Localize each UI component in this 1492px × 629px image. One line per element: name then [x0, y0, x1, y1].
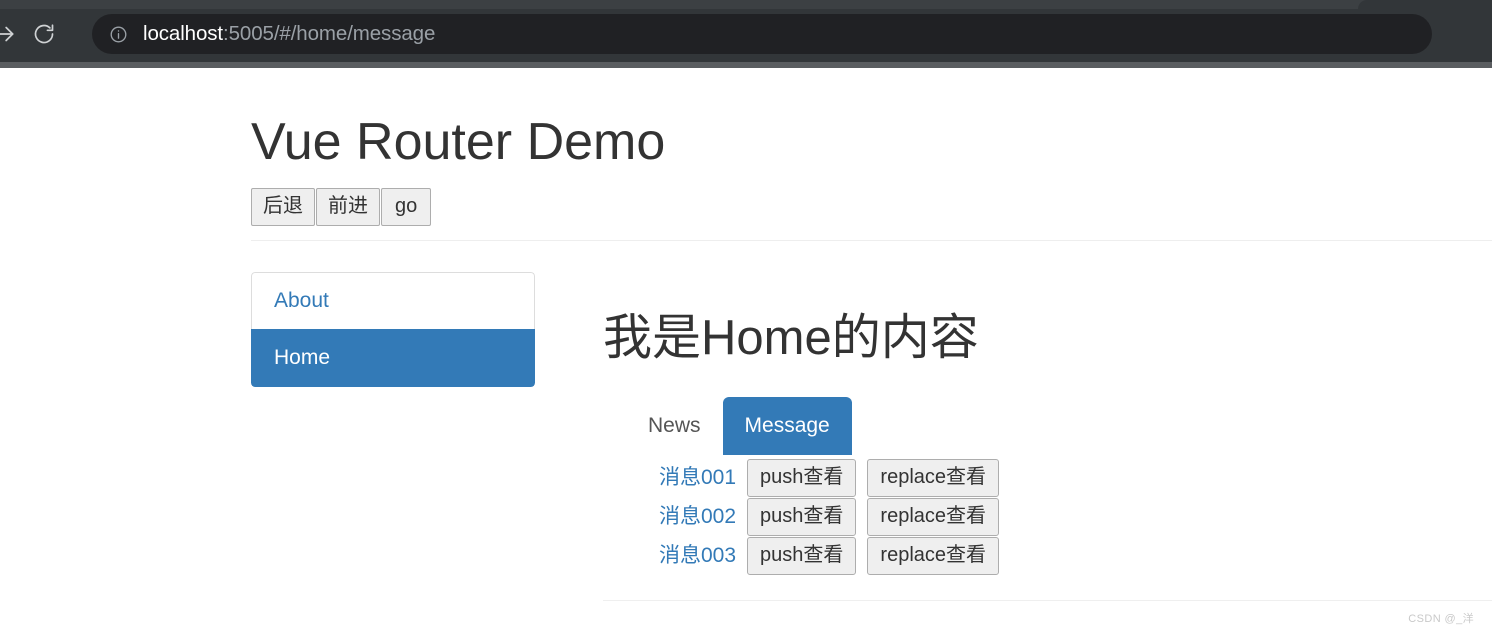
bottom-divider [603, 600, 1492, 601]
push-view-button-001[interactable]: push查看 [747, 458, 857, 497]
push-view-button-003[interactable]: push查看 [747, 536, 857, 575]
page-title: Vue Router Demo [251, 113, 666, 171]
message-link-002[interactable]: 消息002 [659, 506, 736, 527]
forward-button[interactable]: 前进 [316, 188, 380, 226]
back-button[interactable]: 后退 [251, 188, 315, 226]
message-link-001[interactable]: 消息001 [659, 467, 736, 488]
url-host: localhost [143, 22, 224, 45]
sidebar-item-home[interactable]: Home [251, 329, 535, 387]
list-item: 消息003 push查看 replace查看 [659, 536, 1000, 575]
tab-news[interactable]: News [626, 397, 723, 455]
watermark: CSDN @_洋 [1408, 613, 1474, 625]
replace-view-button-002[interactable]: replace查看 [867, 497, 1000, 536]
arrow-right-icon[interactable] [0, 18, 20, 50]
top-divider [251, 240, 1492, 241]
push-view-button-002[interactable]: push查看 [747, 497, 857, 536]
sidebar-list-group: About Home [251, 272, 535, 387]
replace-view-button-003[interactable]: replace查看 [867, 536, 1000, 575]
url-text: localhost:5005/#/home/message [143, 22, 435, 46]
reload-icon[interactable] [28, 18, 60, 50]
page-viewport: Vue Router Demo 后退 前进 go About Home 我是Ho… [0, 68, 1492, 629]
browser-tab-active[interactable] [1358, 0, 1492, 9]
tab-message[interactable]: Message [722, 397, 852, 455]
address-bar[interactable]: localhost:5005/#/home/message [92, 14, 1432, 54]
content-tab-bar: News Message [626, 397, 852, 455]
message-link-003[interactable]: 消息003 [659, 545, 736, 566]
url-path: :5005/#/home/message [223, 22, 436, 45]
info-circle-icon[interactable] [108, 24, 128, 44]
content-heading: 我是Home的内容 [603, 311, 979, 365]
replace-view-button-001[interactable]: replace查看 [867, 458, 1000, 497]
message-list: 消息001 push查看 replace查看 消息002 push查看 repl… [631, 458, 1000, 575]
history-button-group: 后退 前进 go [251, 188, 432, 226]
browser-toolbar: localhost:5005/#/home/message [0, 0, 1492, 68]
tab-strip [0, 0, 1492, 9]
go-button[interactable]: go [381, 188, 432, 226]
list-item: 消息001 push查看 replace查看 [659, 458, 1000, 497]
list-item: 消息002 push查看 replace查看 [659, 497, 1000, 536]
sidebar-item-about[interactable]: About [251, 272, 535, 329]
